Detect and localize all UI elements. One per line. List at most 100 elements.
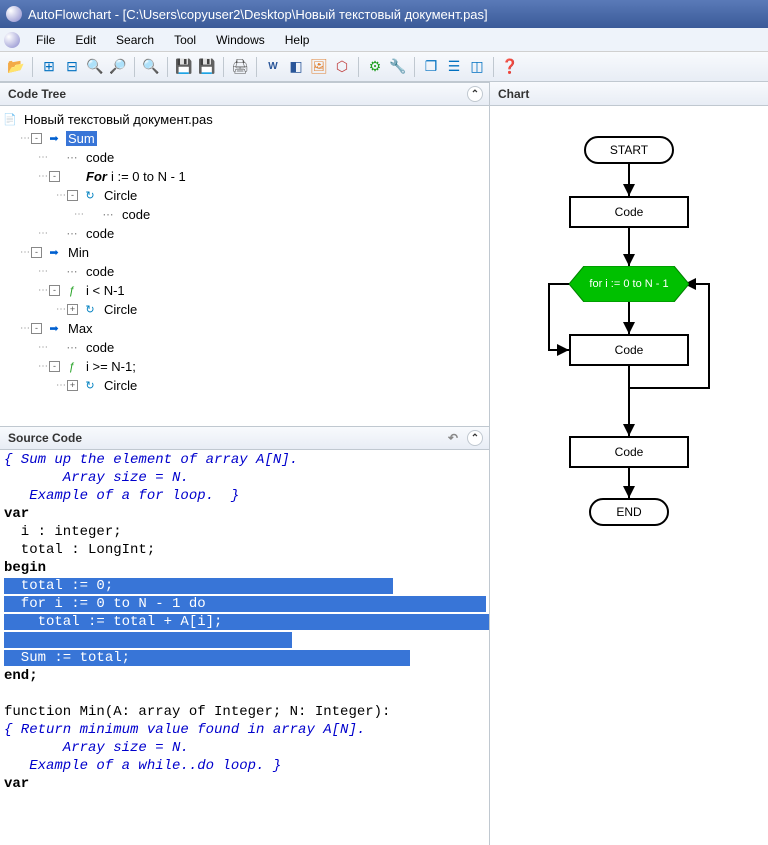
source-line[interactable]: Example of a while..do loop. }	[4, 758, 485, 776]
source-line[interactable]: var	[4, 506, 485, 524]
tree-node[interactable]: 📄Новый текстовый документ.pas	[2, 110, 487, 129]
source-line[interactable]	[4, 632, 485, 650]
collapse-icon[interactable]: ⊟	[62, 57, 82, 77]
flowchart: START Code for i := 0 to N - 1 Code Code…	[509, 126, 749, 546]
tree-toggle-icon[interactable]: -	[67, 190, 78, 201]
source-line[interactable]	[4, 686, 485, 704]
tree-node[interactable]: ⋯-↻Circle	[2, 186, 487, 205]
tree-label: i < N-1	[84, 283, 127, 298]
tree-node[interactable]: ⋯-➡Max	[2, 319, 487, 338]
source-line[interactable]: Array size = N.	[4, 470, 485, 488]
tree-toggle-icon[interactable]: +	[67, 304, 78, 315]
tree-label: Min	[66, 245, 91, 260]
menu-help[interactable]: Help	[275, 30, 320, 50]
tools-icon[interactable]: 🔧	[388, 57, 408, 77]
separator	[414, 57, 415, 77]
tree-toggle-icon[interactable]: -	[31, 247, 42, 258]
tree-label: Circle	[102, 378, 139, 393]
collapse-source-icon[interactable]: ⌃	[467, 430, 483, 446]
source-line[interactable]: total := total + A[i];	[4, 614, 485, 632]
tree-node[interactable]: ⋯-➡Sum	[2, 129, 487, 148]
fc-decision[interactable]: for i := 0 to N - 1	[569, 266, 689, 302]
func-icon: ƒ	[64, 360, 80, 374]
source-line[interactable]: { Return minimum value found in array A[…	[4, 722, 485, 740]
open-icon[interactable]: 📂	[6, 57, 26, 77]
tree-label: i >= N-1;	[84, 359, 138, 374]
source-line[interactable]: total := 0;	[4, 578, 485, 596]
menu-tool[interactable]: Tool	[164, 30, 206, 50]
image-icon[interactable]: 🖼	[309, 57, 329, 77]
loop-icon: ↻	[82, 379, 98, 393]
layout-icon[interactable]: ◫	[467, 57, 487, 77]
source-line[interactable]: begin	[4, 560, 485, 578]
tree-node[interactable]: ⋯⋯code	[2, 262, 487, 281]
for-icon	[64, 170, 80, 184]
source-code-panel[interactable]: { Sum up the element of array A[N]. Arra…	[0, 450, 489, 845]
tree-node[interactable]: ⋯⋯code	[2, 224, 487, 243]
tree-toggle-icon[interactable]: +	[67, 380, 78, 391]
fc-end[interactable]: END	[589, 498, 669, 526]
code-icon: ⋯	[64, 151, 80, 165]
tree-node[interactable]: ⋯-For i := 0 to N - 1	[2, 167, 487, 186]
save-icon[interactable]: 💾	[174, 57, 194, 77]
source-line[interactable]: Sum := total;	[4, 650, 485, 668]
code-icon: ⋯	[64, 341, 80, 355]
undo-icon[interactable]: ↶	[445, 430, 461, 446]
save-all-icon[interactable]: 💾	[197, 57, 217, 77]
collapse-tree-icon[interactable]: ⌃	[467, 86, 483, 102]
expand-icon[interactable]: ⊞	[39, 57, 59, 77]
tree-label: code	[84, 340, 116, 355]
window-title: AutoFlowchart - [C:\Users\copyuser2\Desk…	[28, 7, 488, 22]
visio-icon[interactable]: ◧	[286, 57, 306, 77]
separator	[358, 57, 359, 77]
source-line[interactable]: end;	[4, 668, 485, 686]
tree-toggle-icon[interactable]: -	[31, 133, 42, 144]
tree-node[interactable]: ⋯⋯code	[2, 148, 487, 167]
source-line[interactable]: i : integer;	[4, 524, 485, 542]
settings-icon[interactable]: ⚙	[365, 57, 385, 77]
svg-icon[interactable]: ⬡	[332, 57, 352, 77]
help-icon[interactable]: ❓	[500, 57, 520, 77]
arrow-icon: ➡	[46, 132, 62, 146]
fc-code3[interactable]: Code	[569, 436, 689, 468]
source-line[interactable]: total : LongInt;	[4, 542, 485, 560]
source-line[interactable]: var	[4, 776, 485, 794]
source-line[interactable]: { Sum up the element of array A[N].	[4, 452, 485, 470]
menu-windows[interactable]: Windows	[206, 30, 275, 50]
tile-icon[interactable]: ☰	[444, 57, 464, 77]
fc-start[interactable]: START	[584, 136, 674, 164]
code-icon: ⋯	[64, 227, 80, 241]
source-line[interactable]: Array size = N.	[4, 740, 485, 758]
tree-toggle-icon[interactable]: -	[31, 323, 42, 334]
tree-toggle-icon[interactable]: -	[49, 171, 60, 182]
source-line[interactable]: function Min(A: array of Integer; N: Int…	[4, 704, 485, 722]
chart-panel[interactable]: START Code for i := 0 to N - 1 Code Code…	[490, 106, 768, 845]
menu-file[interactable]: File	[26, 30, 65, 50]
tree-node[interactable]: ⋯+↻Circle	[2, 300, 487, 319]
tree-node[interactable]: ⋯-ƒi >= N-1;	[2, 357, 487, 376]
tree-node[interactable]: ⋯⋯code	[2, 205, 487, 224]
tree-toggle-icon[interactable]: -	[49, 361, 60, 372]
fc-code1[interactable]: Code	[569, 196, 689, 228]
tree-toggle-icon[interactable]: -	[49, 285, 60, 296]
word-icon[interactable]: W	[263, 57, 283, 77]
menu-edit[interactable]: Edit	[65, 30, 106, 50]
menu-search[interactable]: Search	[106, 30, 164, 50]
tree-label: code	[84, 226, 116, 241]
source-line[interactable]: Example of a for loop. }	[4, 488, 485, 506]
titlebar: AutoFlowchart - [C:\Users\copyuser2\Desk…	[0, 0, 768, 28]
cascade-icon[interactable]: ❐	[421, 57, 441, 77]
source-line[interactable]: for i := 0 to N - 1 do	[4, 596, 485, 614]
separator	[134, 57, 135, 77]
zoom-in-icon[interactable]: 🔍	[85, 57, 105, 77]
print-icon[interactable]: 🖨	[230, 57, 250, 77]
tree-node[interactable]: ⋯-ƒi < N-1	[2, 281, 487, 300]
find-icon[interactable]: 🔍	[141, 57, 161, 77]
code-tree-panel[interactable]: 📄Новый текстовый документ.pas⋯-➡Sum⋯⋯cod…	[0, 106, 489, 426]
zoom-out-icon[interactable]: 🔎	[108, 57, 128, 77]
fc-code2[interactable]: Code	[569, 334, 689, 366]
tree-node[interactable]: ⋯⋯code	[2, 338, 487, 357]
tree-node[interactable]: ⋯+↻Circle	[2, 376, 487, 395]
arrow-icon: ➡	[46, 322, 62, 336]
tree-node[interactable]: ⋯-➡Min	[2, 243, 487, 262]
